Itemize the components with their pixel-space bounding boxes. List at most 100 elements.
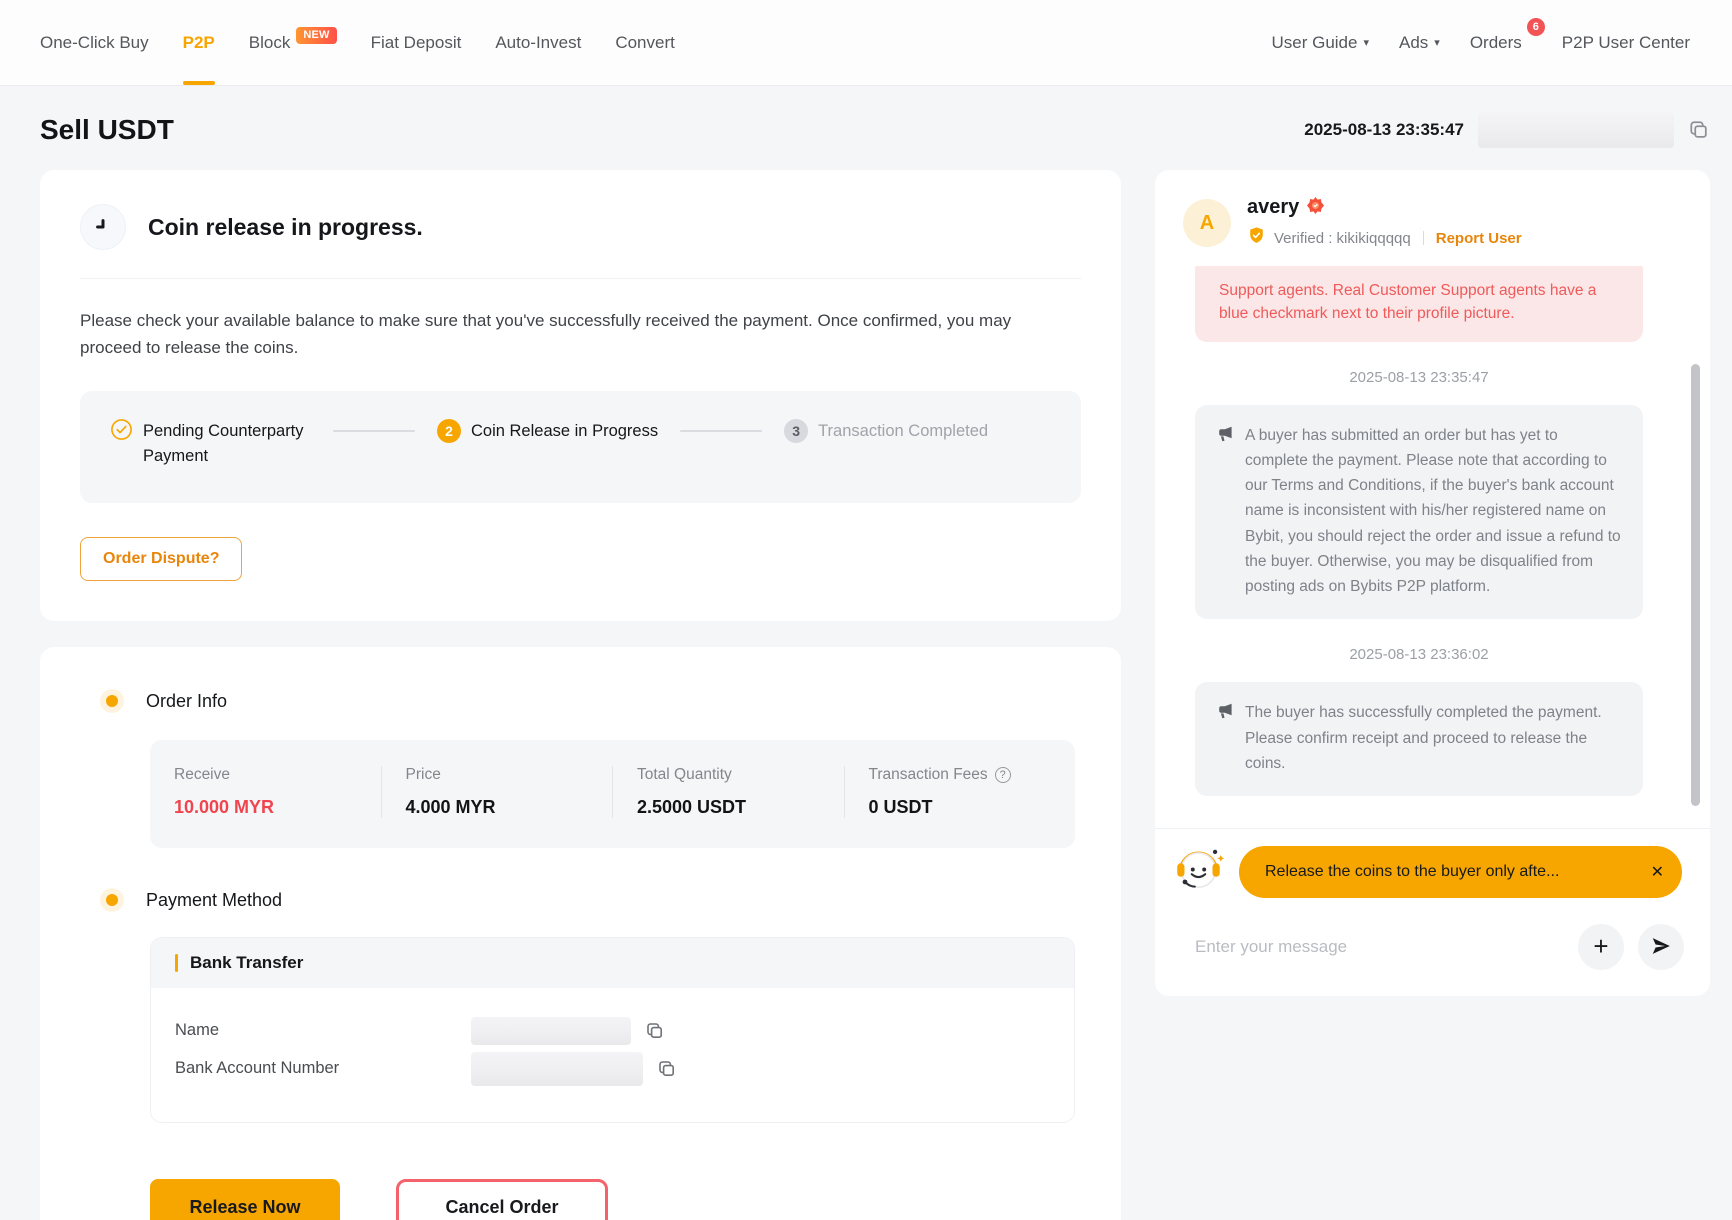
payment-method-details: Name Bank Account Number bbox=[151, 988, 1074, 1122]
copy-icon[interactable] bbox=[645, 1021, 665, 1041]
field-label: Total Quantity bbox=[637, 766, 732, 784]
step-label: Transaction Completed bbox=[818, 419, 988, 444]
chat-messages: Support agents. Real Customer Support ag… bbox=[1195, 266, 1643, 796]
payment-method-box: Bank Transfer Name bbox=[150, 937, 1075, 1123]
system-announcement: A buyer has submitted an order but has y… bbox=[1195, 405, 1643, 620]
nav-one-click-buy[interactable]: One-Click Buy bbox=[40, 0, 149, 85]
send-button[interactable] bbox=[1638, 924, 1684, 970]
app-root: One-Click Buy P2P Block NEW Fiat Deposit… bbox=[0, 0, 1732, 1220]
nav-user-guide[interactable]: User Guide ▾ bbox=[1271, 0, 1369, 85]
field-value: 0 USDT bbox=[869, 797, 1060, 818]
clock-icon bbox=[80, 204, 126, 250]
chat-message-input[interactable] bbox=[1195, 937, 1564, 957]
order-field-total-quantity: Total Quantity 2.5000 USDT bbox=[612, 766, 844, 818]
chat-input-row: + bbox=[1155, 910, 1710, 996]
order-dispute-button[interactable]: Order Dispute? bbox=[80, 537, 242, 581]
page-header: Sell USDT 2025-08-13 23:35:47 bbox=[40, 112, 1710, 148]
order-meta: 2025-08-13 23:35:47 bbox=[1304, 112, 1710, 148]
copy-icon[interactable] bbox=[657, 1059, 677, 1079]
payment-method-header: Bank Transfer bbox=[151, 938, 1074, 988]
nav-block[interactable]: Block NEW bbox=[249, 0, 337, 85]
bot-tip-pill[interactable]: Release the coins to the buyer only afte… bbox=[1239, 846, 1682, 898]
payment-method-section: Payment Method Bank Transfer Name bbox=[80, 890, 1081, 1123]
bot-suggestion-row: Release the coins to the buyer only afte… bbox=[1155, 829, 1710, 910]
page-title: Sell USDT bbox=[40, 114, 174, 146]
step-transaction-completed: 3 Transaction Completed bbox=[784, 419, 988, 444]
top-navigation: One-Click Buy P2P Block NEW Fiat Deposit… bbox=[0, 0, 1732, 86]
accent-bar bbox=[175, 954, 178, 972]
nav-ads-label: Ads bbox=[1399, 33, 1428, 53]
chevron-down-icon: ▾ bbox=[1363, 36, 1369, 49]
step-number: 2 bbox=[437, 419, 461, 443]
megaphone-icon bbox=[1215, 701, 1235, 776]
nav-user-guide-label: User Guide bbox=[1271, 33, 1357, 53]
nav-block-label: Block bbox=[249, 33, 291, 53]
status-description: Please check your available balance to m… bbox=[80, 307, 1030, 361]
order-column: Coin release in progress. Please check y… bbox=[40, 170, 1121, 1220]
chat-panel: A avery Verified : kikikiqqq bbox=[1155, 170, 1710, 996]
payment-field-label: Bank Account Number bbox=[175, 1059, 471, 1078]
copy-icon[interactable] bbox=[1688, 119, 1710, 141]
step-pending-payment: Pending Counterparty Payment bbox=[110, 419, 311, 469]
payment-method-name: Bank Transfer bbox=[190, 953, 303, 973]
step-connector bbox=[333, 430, 415, 432]
chat-scrollbar[interactable] bbox=[1691, 364, 1700, 806]
field-label: Receive bbox=[174, 766, 230, 784]
step-label: Pending Counterparty Payment bbox=[143, 419, 311, 469]
order-field-receive: Receive 10.000 MYR bbox=[150, 766, 381, 818]
payment-method-heading: Payment Method bbox=[80, 890, 1081, 911]
order-actions: Release Now Cancel Order bbox=[150, 1179, 1081, 1220]
payment-row-account-number: Bank Account Number bbox=[175, 1050, 1050, 1088]
chat-warning-message: Support agents. Real Customer Support ag… bbox=[1195, 266, 1643, 342]
product-tabs: One-Click Buy P2P Block NEW Fiat Deposit… bbox=[40, 0, 675, 85]
nav-fiat-deposit[interactable]: Fiat Deposit bbox=[371, 0, 462, 85]
nav-orders[interactable]: Orders 6 bbox=[1470, 0, 1532, 85]
payee-name-redacted bbox=[471, 1017, 631, 1045]
message-text: The buyer has successfully completed the… bbox=[1245, 700, 1623, 776]
bot-tip-text: Release the coins to the buyer only afte… bbox=[1265, 863, 1639, 881]
plus-icon: + bbox=[1593, 933, 1608, 959]
new-badge: NEW bbox=[296, 27, 336, 44]
nav-p2p-label: P2P bbox=[183, 33, 215, 53]
order-field-transaction-fees: Transaction Fees ? 0 USDT bbox=[844, 766, 1076, 818]
nav-p2p[interactable]: P2P bbox=[183, 0, 215, 85]
chat-timestamp: 2025-08-13 23:36:02 bbox=[1195, 646, 1643, 663]
report-user-link[interactable]: Report User bbox=[1436, 230, 1522, 247]
chat-header: A avery Verified : kikikiqqq bbox=[1155, 170, 1710, 266]
chat-bot-icon bbox=[1171, 841, 1227, 902]
step-number: 3 bbox=[784, 419, 808, 443]
cancel-order-button[interactable]: Cancel Order bbox=[396, 1179, 608, 1220]
verified-shield-icon bbox=[1247, 226, 1266, 250]
order-info-box: Receive 10.000 MYR Price 4.000 MYR Total… bbox=[150, 740, 1075, 848]
page-content: Sell USDT 2025-08-13 23:35:47 C bbox=[0, 112, 1732, 1220]
close-icon[interactable]: ✕ bbox=[1651, 862, 1664, 882]
account-number-redacted bbox=[471, 1052, 643, 1086]
release-now-button[interactable]: Release Now bbox=[150, 1179, 340, 1220]
send-icon bbox=[1650, 935, 1672, 960]
megaphone-icon bbox=[1215, 424, 1235, 600]
order-id-redacted bbox=[1478, 112, 1674, 148]
counterparty-name: avery bbox=[1247, 196, 1299, 219]
field-label: Transaction Fees bbox=[869, 766, 988, 784]
nav-p2p-user-center[interactable]: P2P User Center bbox=[1562, 0, 1690, 85]
status-title: Coin release in progress. bbox=[148, 214, 423, 241]
order-created-time: 2025-08-13 23:35:47 bbox=[1304, 120, 1464, 140]
nav-auto-invest[interactable]: Auto-Invest bbox=[495, 0, 581, 85]
chat-timestamp: 2025-08-13 23:35:47 bbox=[1195, 369, 1643, 386]
help-icon[interactable]: ? bbox=[995, 767, 1011, 783]
nav-ads[interactable]: Ads ▾ bbox=[1399, 0, 1440, 85]
progress-steps: Pending Counterparty Payment 2 Coin Rele… bbox=[80, 391, 1081, 503]
bullet-icon bbox=[106, 695, 118, 707]
payment-row-name: Name bbox=[175, 1012, 1050, 1050]
status-header: Coin release in progress. bbox=[80, 204, 1081, 279]
check-circle-icon bbox=[110, 418, 133, 446]
orders-count-badge: 6 bbox=[1527, 18, 1545, 36]
nav-convert[interactable]: Convert bbox=[615, 0, 675, 85]
field-value: 10.000 MYR bbox=[174, 797, 365, 818]
divider bbox=[1423, 231, 1424, 245]
attach-button[interactable]: + bbox=[1578, 924, 1624, 970]
message-text: A buyer has submitted an order but has y… bbox=[1245, 423, 1623, 600]
system-announcement: The buyer has successfully completed the… bbox=[1195, 682, 1643, 796]
section-title: Payment Method bbox=[146, 890, 282, 911]
account-nav: User Guide ▾ Ads ▾ Orders 6 P2P User Cen… bbox=[1271, 0, 1690, 85]
